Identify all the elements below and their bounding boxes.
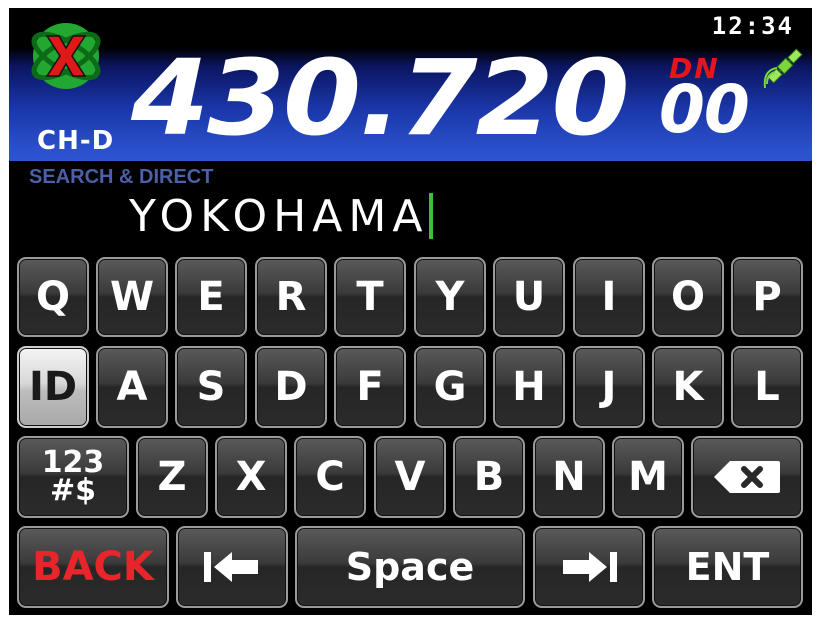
text-cursor xyxy=(429,193,434,239)
key-y[interactable]: Y xyxy=(414,257,486,337)
backspace-button[interactable] xyxy=(691,436,803,518)
cursor-right-button[interactable] xyxy=(533,526,645,608)
search-mode-label: SEARCH & DIRECT xyxy=(29,166,214,188)
key-j[interactable]: J xyxy=(573,346,645,428)
key-v[interactable]: V xyxy=(374,436,446,518)
key-r[interactable]: R xyxy=(255,257,327,337)
clock: 12:34 xyxy=(711,12,794,40)
gps-satellite-icon xyxy=(763,48,803,88)
cursor-left-button[interactable] xyxy=(176,526,288,608)
key-k[interactable]: K xyxy=(652,346,724,428)
key-i[interactable]: I xyxy=(573,257,645,337)
backspace-icon xyxy=(714,461,780,493)
key-n[interactable]: N xyxy=(533,436,605,518)
key-c[interactable]: C xyxy=(294,436,366,518)
radio-display: 12:34 DN 430.720 00 CH-D SEARCH & DIRECT… xyxy=(9,8,812,615)
key-o[interactable]: O xyxy=(652,257,724,337)
cursor-left-icon xyxy=(204,552,258,582)
cursor-right-icon xyxy=(563,552,617,582)
key-m[interactable]: M xyxy=(612,436,684,518)
key-b[interactable]: B xyxy=(453,436,525,518)
key-l[interactable]: L xyxy=(731,346,803,428)
key-t[interactable]: T xyxy=(334,257,406,337)
frequency-main: 430.720 xyxy=(131,37,630,159)
key-z[interactable]: Z xyxy=(136,436,208,518)
key-s[interactable]: S xyxy=(175,346,247,428)
space-button[interactable]: Space xyxy=(295,526,525,608)
frequency-sub: 00 xyxy=(659,71,750,148)
key-w[interactable]: W xyxy=(96,257,168,337)
key-q[interactable]: Q xyxy=(17,257,89,337)
key-e[interactable]: E xyxy=(175,257,247,337)
enter-button[interactable]: ENT xyxy=(652,526,803,608)
key-numbers-symbols[interactable]: 123 #$ xyxy=(17,436,129,518)
key-d[interactable]: D xyxy=(255,346,327,428)
key-symbols-label: #$ xyxy=(49,473,96,508)
key-x[interactable]: X xyxy=(215,436,287,518)
key-id[interactable]: ID xyxy=(17,346,89,428)
key-h[interactable]: H xyxy=(493,346,565,428)
frequency-header: 12:34 DN 430.720 00 CH-D xyxy=(9,8,812,161)
key-g[interactable]: G xyxy=(414,346,486,428)
key-p[interactable]: P xyxy=(731,257,803,337)
x-logo-icon xyxy=(31,23,101,89)
search-input[interactable]: YOKOHAMA xyxy=(129,188,729,244)
key-f[interactable]: F xyxy=(334,346,406,428)
key-u[interactable]: U xyxy=(493,257,565,337)
search-input-text: YOKOHAMA xyxy=(129,190,429,242)
back-button[interactable]: BACK xyxy=(17,526,169,608)
key-a[interactable]: A xyxy=(96,346,168,428)
channel-label: CH-D xyxy=(37,126,115,156)
